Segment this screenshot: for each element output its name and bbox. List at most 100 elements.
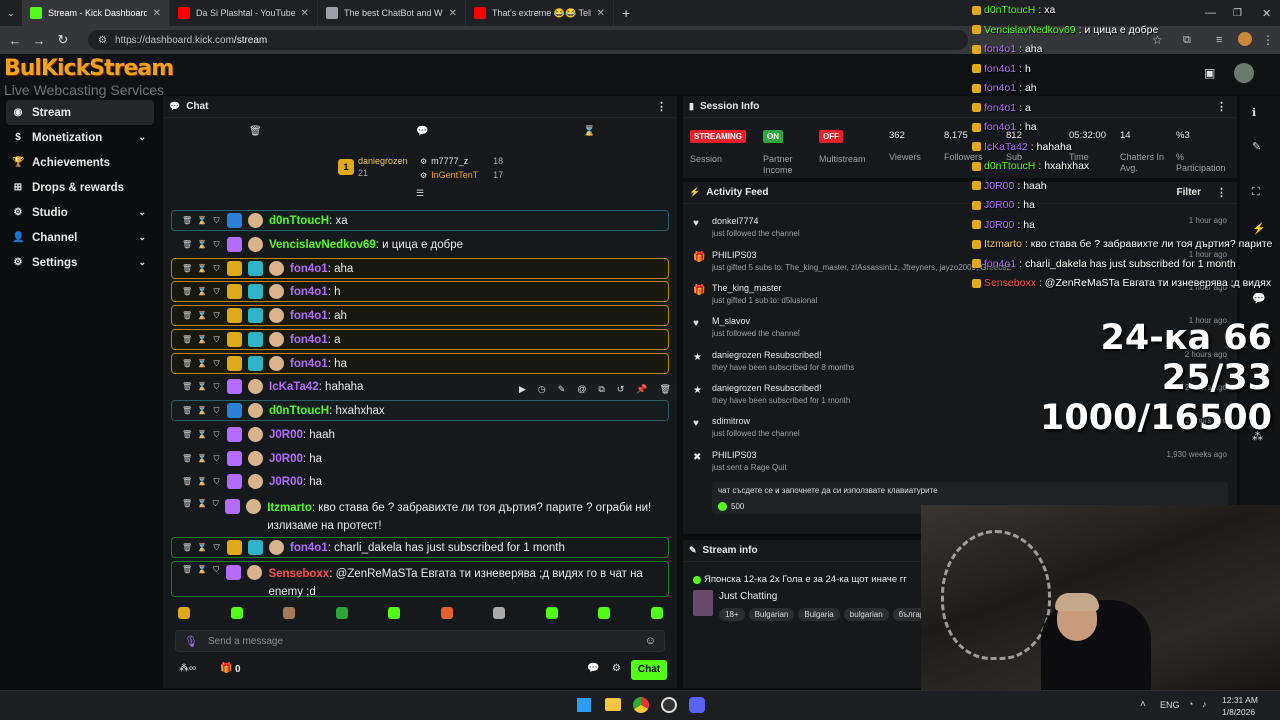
minimize-window-button[interactable]: — [1205, 7, 1216, 19]
trash-icon[interactable]: 🗑 [660, 384, 671, 400]
sidebar-item-stream[interactable]: ◉ Stream [6, 100, 154, 125]
delete-message-icon[interactable]: 🗑 [182, 311, 192, 320]
ban-shield-icon[interactable]: ⛉ [212, 382, 221, 392]
sidebar-item-drops-rewards[interactable]: ⊞ Drops & rewards [0, 175, 160, 200]
chat-message[interactable]: 🗑 ⌛ ⛉ fon4o1: charli_dakela has just subscr… [171, 537, 669, 558]
emote-icon[interactable] [598, 607, 610, 619]
edit-icon[interactable]: ✎ [558, 384, 566, 400]
chat-message[interactable]: 🗑 ⌛ ⛉ J0R00: ha [171, 448, 669, 469]
ban-shield-icon[interactable]: ⛉ [212, 359, 221, 369]
sidebar-item-channel[interactable]: 👤 Channel ⌄ [0, 225, 160, 250]
tab-close-icon[interactable]: ✕ [597, 8, 605, 19]
pencil-icon[interactable]: ✎ [1252, 140, 1261, 153]
ban-shield-icon[interactable]: ⛉ [212, 264, 221, 274]
user-avatar[interactable] [1234, 63, 1254, 83]
chat-message[interactable]: 🗑 ⌛ ⛉ VencislavNedkov69: и цица е добре [171, 234, 669, 255]
pinned-scroll-icon[interactable]: ☰ [416, 188, 424, 199]
stream-tag[interactable]: 18+ [719, 608, 745, 621]
activity-options-icon[interactable]: ⋮ [1216, 186, 1227, 199]
chat-icon[interactable]: 💬 [1252, 292, 1266, 305]
stream-tag[interactable]: bulgarian [843, 608, 889, 621]
emoji-picker-icon[interactable]: ☺ [645, 635, 656, 647]
clock-icon[interactable]: ◷ [538, 384, 546, 400]
delete-message-icon[interactable]: 🗑 [182, 565, 192, 574]
site-info-icon[interactable]: ⚙ [98, 35, 107, 46]
delete-message-icon[interactable]: 🗑 [182, 543, 192, 552]
delete-message-icon[interactable]: 🗑 [182, 477, 192, 486]
chat-message[interactable]: 🗑 ⌛ ⛉ J0R00: haah [171, 424, 669, 445]
browser-tab[interactable]: The best ChatBot and Widgets ✕ [318, 0, 466, 26]
timeout-hourglass-icon[interactable]: ⌛ [197, 543, 207, 552]
info-circle-icon[interactable]: ℹ [1252, 106, 1256, 119]
chat-username[interactable]: Itzmarto [267, 502, 312, 514]
stream-tag[interactable]: Bulgarian [748, 608, 795, 621]
back-arrow-icon[interactable]: ← [8, 33, 22, 48]
stream-title-row[interactable]: Японска 12-ка 2х Гола е за 24-ка щот ина… [693, 574, 907, 585]
sidebar-item-achievements[interactable]: 🏆 Achievements [0, 150, 160, 175]
windows-start-icon[interactable] [577, 698, 591, 712]
delete-message-icon[interactable]: 🗑 [182, 287, 192, 296]
tab-close-icon[interactable]: ✕ [153, 8, 161, 19]
clock-time[interactable]: 12:31 AM [1222, 695, 1258, 705]
ban-shield-icon[interactable]: ⛉ [212, 335, 221, 345]
delete-message-icon[interactable]: 🗑 [182, 264, 192, 273]
browser-tab[interactable]: Stream - Kick Dashboard ✕ [22, 0, 170, 26]
chat-message[interactable]: 🗑 ⌛ ⛉ Senseboxx: @ZenReMaSTa Евгата ти изне… [171, 561, 669, 598]
ban-shield-icon[interactable]: ⛉ [212, 454, 221, 464]
media-control-icon[interactable]: ≡ [1216, 34, 1222, 46]
language-indicator[interactable]: ENG [1160, 700, 1180, 710]
ban-shield-icon[interactable]: ⛉ [212, 216, 221, 226]
browser-tab[interactable]: That's extreme 😂😂 Tell me w ✕ [466, 0, 614, 26]
chat-username[interactable]: fon4o1 [290, 358, 328, 370]
gift-icon[interactable]: 🎁 [220, 663, 232, 674]
timeout-hourglass-icon[interactable]: ⌛ [197, 240, 207, 249]
ban-shield-icon[interactable]: ⛉ [212, 406, 221, 416]
chat-message[interactable]: 🗑 ⌛ ⛉ fon4o1: ha [171, 353, 669, 374]
chat-username[interactable]: fon4o1 [290, 334, 328, 346]
delete-message-icon[interactable]: 🗑 [182, 335, 192, 344]
emote-icon[interactable] [493, 607, 505, 619]
chat-username[interactable]: VencislavNedkov69 [269, 239, 376, 251]
chat-message[interactable]: 🗑 ⌛ ⛉ fon4o1: h [171, 281, 669, 302]
clock-date[interactable]: 1/8/2026 [1222, 707, 1255, 717]
emote-icon[interactable] [545, 607, 558, 619]
maximize-window-button[interactable]: ❐ [1233, 8, 1242, 19]
copy-icon[interactable]: ⧉ [598, 384, 604, 400]
reload-icon[interactable]: ↻ [56, 32, 70, 48]
timeout-hourglass-icon[interactable]: ⌛ [197, 287, 207, 296]
ban-shield-icon[interactable]: ⛉ [212, 287, 221, 297]
timeout-hourglass-icon[interactable]: ⌛ [197, 430, 207, 439]
play-icon[interactable]: ▶ [519, 384, 526, 400]
forward-arrow-icon[interactable]: → [32, 33, 46, 48]
chat-settings-gear-icon[interactable]: ⚙ [612, 663, 621, 674]
chat-username[interactable]: fon4o1 [290, 286, 328, 298]
chat-message[interactable]: 🗑 ⌛ ⛉ J0R00: ha [171, 471, 669, 492]
close-window-button[interactable]: ✕ [1262, 7, 1271, 20]
emote-icon[interactable] [230, 607, 243, 619]
microphone-icon[interactable]: 🎙 [184, 635, 198, 648]
chat-username[interactable]: J0R00 [269, 429, 303, 441]
sidebar-item-studio[interactable]: ⚙ Studio ⌄ [0, 200, 160, 225]
emote-icon[interactable] [335, 607, 348, 619]
sidebar-item-settings[interactable]: ⚙ Settings ⌄ [0, 250, 160, 275]
timeout-hourglass-icon[interactable]: ⌛ [197, 311, 207, 320]
chat-options-icon[interactable]: ⋮ [656, 100, 667, 113]
timeout-hourglass-icon[interactable]: ⌛ [197, 477, 207, 486]
chat-message[interactable]: 🗑 ⌛ ⛉ Itzmarto: кво става бе ? забравихте л… [171, 495, 669, 532]
chat-username[interactable]: J0R00 [269, 476, 303, 488]
timeout-hourglass-icon[interactable]: ⌛ [197, 264, 207, 273]
delete-message-icon[interactable]: 🗑 [182, 216, 192, 225]
gifter-entry[interactable]: ⚙ m7777_z 18 [420, 156, 503, 166]
delete-message-icon[interactable]: 🗑 [182, 406, 192, 415]
chat-message[interactable]: 🗑 ⌛ ⛉ d0nTtoucH: hxahxhax [171, 400, 669, 421]
chat-message[interactable]: 🗑 ⌛ ⛉ fon4o1: aha [171, 258, 669, 279]
browser-tab[interactable]: Da Si Plashtal - YouTube ✕ [170, 0, 318, 26]
discord-icon[interactable] [689, 697, 705, 713]
ban-shield-icon[interactable]: ⛉ [212, 565, 220, 575]
timeout-hourglass-icon[interactable]: ⌛ [197, 216, 207, 225]
chat-message[interactable]: 🗑 ⌛ ⛉ d0nTtoucH: xa [171, 210, 669, 231]
chat-message[interactable]: 🗑 ⌛ ⛉ fon4o1: a [171, 329, 669, 350]
sidebar-item-monetization[interactable]: $ Monetization ⌄ [0, 125, 160, 150]
profile-avatar[interactable] [1238, 32, 1252, 46]
chat-username[interactable]: fon4o1 [290, 542, 328, 554]
